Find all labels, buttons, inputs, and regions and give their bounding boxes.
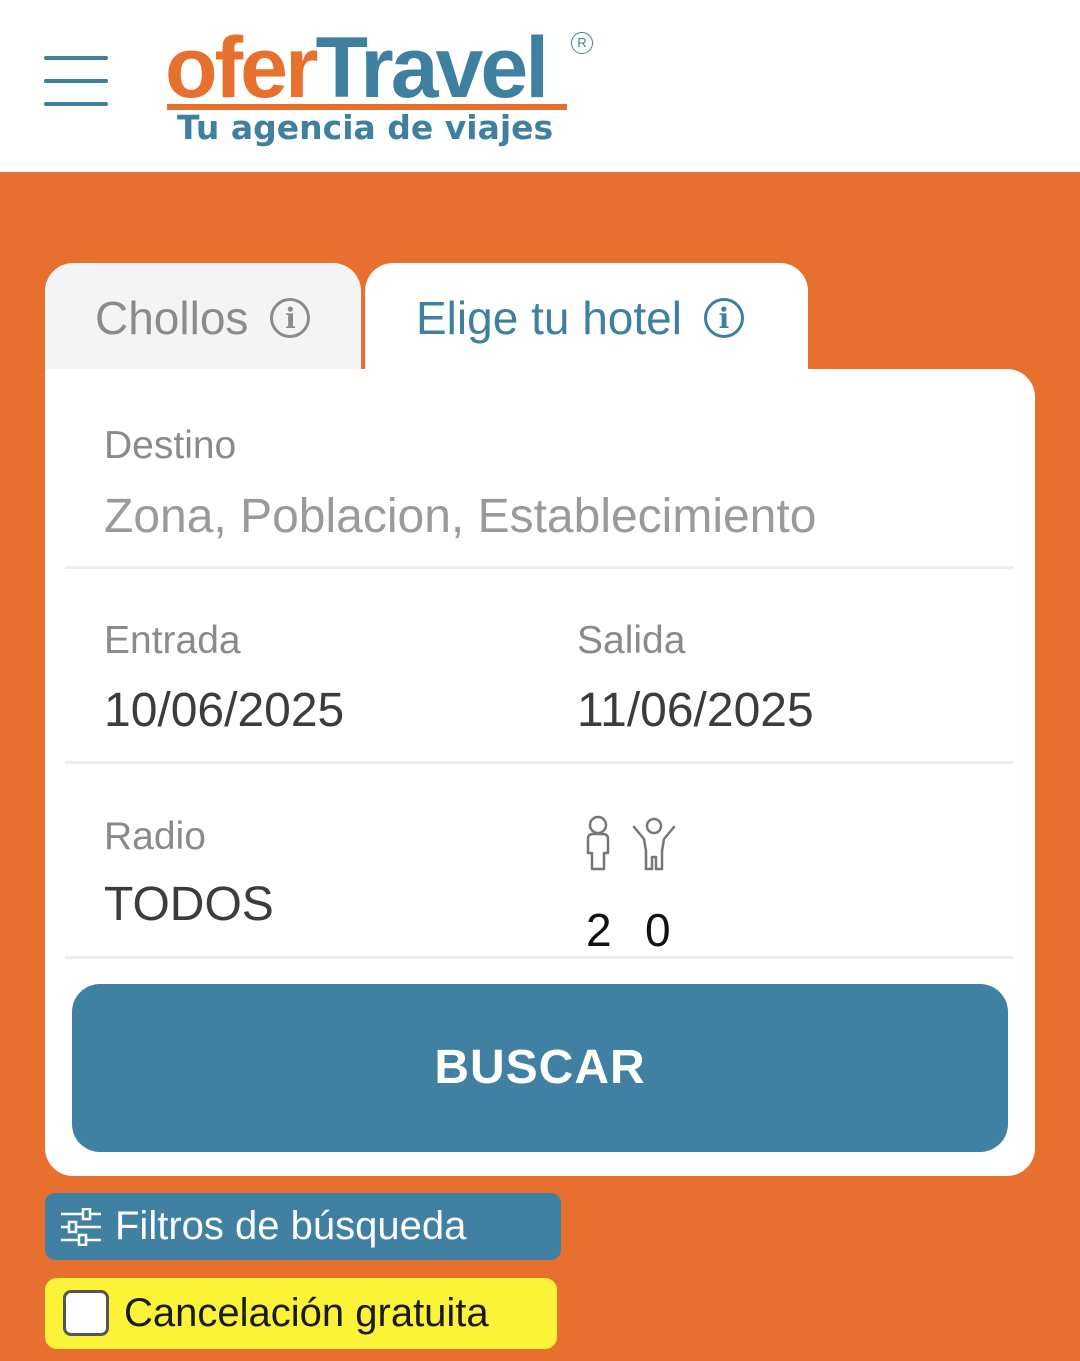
- cancelacion-gratuita-label: Cancelación gratuita: [124, 1291, 489, 1335]
- info-icon[interactable]: i: [270, 297, 311, 338]
- tab-hotel-label: Elige tu hotel: [416, 292, 682, 344]
- logo-wordmark: oferTravel: [165, 20, 549, 116]
- buscar-button[interactable]: BUSCAR: [72, 984, 1008, 1152]
- children-count[interactable]: 0: [645, 903, 671, 957]
- radio-label: Radio: [104, 815, 206, 858]
- divider: [65, 956, 1014, 959]
- destino-input[interactable]: Zona, Poblacion, Establecimiento: [104, 489, 816, 544]
- entrada-date-field[interactable]: 10/06/2025: [104, 683, 344, 738]
- divider: [65, 761, 1014, 764]
- entrada-label: Entrada: [104, 619, 241, 662]
- ofertravel-logo[interactable]: oferTravel R Tu agencia de viajes: [165, 22, 605, 152]
- adults-count[interactable]: 2: [586, 903, 612, 957]
- tab-chollos[interactable]: Chollos i: [45, 263, 361, 373]
- info-icon[interactable]: i: [703, 297, 744, 338]
- radio-select[interactable]: TODOS: [104, 877, 274, 932]
- adult-icon[interactable]: [583, 815, 613, 871]
- tab-chollos-label: Chollos: [95, 292, 249, 344]
- child-icon[interactable]: [630, 817, 678, 873]
- cancelacion-gratuita-checkbox[interactable]: [63, 1290, 109, 1336]
- logo-tagline: Tu agencia de viajes: [177, 108, 554, 147]
- registered-mark-icon: R: [571, 32, 593, 54]
- sliders-icon: [61, 1208, 101, 1246]
- tab-elige-tu-hotel[interactable]: Elige tu hotel i: [365, 263, 808, 378]
- filtros-busqueda-button[interactable]: Filtros de búsqueda: [45, 1193, 561, 1260]
- app-header: oferTravel R Tu agencia de viajes: [0, 0, 1080, 172]
- hotel-search-card: Destino Zona, Poblacion, Establecimiento…: [45, 369, 1035, 1176]
- cancelacion-gratuita-option[interactable]: Cancelación gratuita: [45, 1278, 557, 1349]
- destino-label: Destino: [104, 424, 237, 467]
- hamburger-menu-icon[interactable]: [44, 56, 108, 110]
- salida-date-field[interactable]: 11/06/2025: [577, 683, 814, 738]
- filtros-label: Filtros de búsqueda: [115, 1204, 467, 1248]
- divider: [65, 566, 1014, 569]
- salida-label: Salida: [577, 619, 686, 662]
